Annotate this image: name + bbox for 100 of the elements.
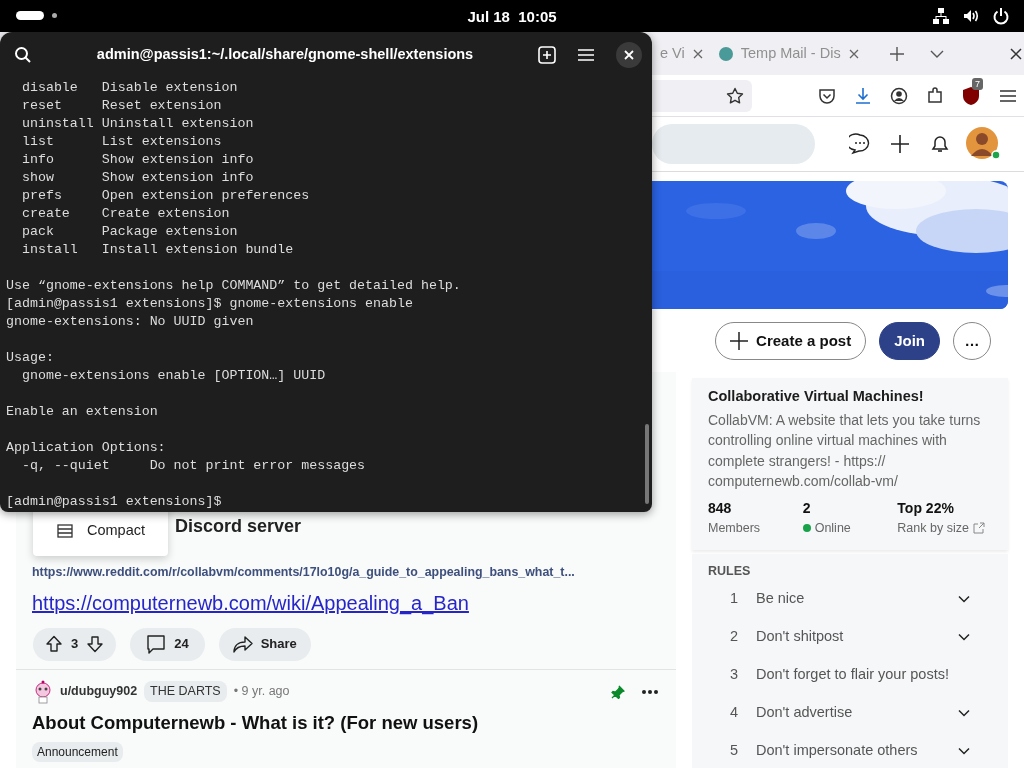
more-button[interactable]: … (953, 322, 991, 360)
terminal-line: prefs Open extension preferences (20, 187, 311, 205)
chevron-down-icon[interactable] (958, 747, 970, 756)
more-icon[interactable] (642, 689, 658, 694)
rule-number: 3 (730, 665, 740, 685)
close-icon[interactable] (848, 48, 859, 59)
list-icon (57, 524, 73, 539)
network-icon[interactable] (932, 7, 950, 25)
external-link-icon (972, 522, 985, 535)
menu-item[interactable]: Compact (57, 520, 146, 542)
terminal-line: gnome-extensions enable [OPTION…] UUID (20, 367, 327, 385)
terminal-line: install Install extension bundle (20, 241, 295, 259)
terminal-line: Usage: (6, 349, 55, 367)
bell-icon[interactable] (929, 133, 951, 155)
close-button[interactable] (616, 42, 642, 68)
rule-number: 5 (730, 741, 740, 761)
extension-badge: 7 (972, 77, 983, 90)
chevron-down-icon[interactable] (958, 595, 970, 604)
terminal-line: [admin@passis1 extensions]$ (6, 493, 223, 511)
stat-value: 2 (802, 498, 812, 518)
terminal-line: Application Options: (6, 439, 167, 457)
post-time: • 9 yr. ago (233, 683, 290, 701)
rules-heading: RULES (708, 562, 752, 580)
comment-icon (146, 634, 167, 655)
terminal-line: create Create extension (20, 205, 231, 223)
rule-text[interactable]: Be nice (756, 588, 958, 611)
plus-icon[interactable] (889, 133, 911, 155)
close-icon[interactable] (1009, 47, 1022, 60)
chevron-down-icon[interactable] (929, 48, 944, 59)
share-button[interactable]: Share (218, 627, 311, 661)
terminal-line: Enable an extension (6, 403, 159, 421)
window-title: admin@passis1:~/.local/share/gnome-shell/extensions (95, 45, 475, 65)
post-heading: Discord server (175, 515, 303, 538)
search-field[interactable] (652, 124, 815, 164)
rule-number: 4 (730, 703, 740, 723)
puzzle-icon[interactable] (926, 86, 944, 105)
stat-label: Online (814, 519, 851, 537)
tab-title: e Vi (660, 43, 685, 63)
community-title: Collaborative Virtual Machines! (708, 387, 925, 406)
menu-icon[interactable] (1000, 88, 1016, 103)
chevron-down-icon[interactable] (958, 709, 970, 718)
join-button[interactable]: Join (879, 322, 940, 360)
rule-number: 1 (730, 589, 740, 609)
post-author[interactable]: u/dubguy902 (60, 682, 138, 701)
pocket-icon[interactable] (818, 86, 836, 105)
comments-button[interactable]: 24 (130, 627, 205, 661)
vote-control[interactable]: 3 (33, 627, 117, 661)
power-icon[interactable] (992, 7, 1010, 25)
community-description: CollabVM: A website that lets you take turns controlling online virtual machines with complete strangers! - https:// computernewb.com/collab-vm/ (708, 410, 982, 492)
account-icon[interactable] (890, 86, 908, 105)
clock[interactable]: Jul 18 10:05 (0, 6, 1024, 29)
stat-value: 848 (708, 498, 733, 518)
terminal-line: reset Reset extension (20, 97, 223, 115)
upvote-icon[interactable] (45, 635, 63, 654)
terminal-line: uninstall Uninstall extension (20, 115, 255, 133)
post-title[interactable]: About Computernewb - What is it? (For new users) (32, 708, 676, 737)
stat-label: Members (708, 519, 761, 537)
share-icon (232, 635, 253, 654)
terminal-line: [admin@passis1 extensions]$ gnome-extensions enable (6, 295, 414, 313)
post-link[interactable]: https://computernewb.com/wiki/Appealing_a_Ban (32, 587, 469, 618)
terminal-line: Use “gnome-extensions help COMMAND” to get detailed help. (6, 277, 462, 295)
terminal-line: gnome-extensions: No UUID given (6, 313, 255, 331)
close-icon (624, 50, 634, 60)
workspace-dot[interactable] (52, 13, 57, 18)
search-icon[interactable] (14, 46, 32, 64)
stat-value: Top 22% (897, 498, 955, 518)
favicon (718, 46, 733, 61)
vote-count: 3 (71, 635, 79, 654)
plus-icon (730, 332, 749, 350)
rule-text[interactable]: Don't forget to flair your posts! (756, 664, 970, 687)
terminal-line: info Show extension info (20, 151, 255, 169)
workspace-indicator[interactable] (16, 11, 44, 20)
scrollbar[interactable] (645, 424, 649, 504)
terminal-line: pack Package extension (20, 223, 239, 241)
rule-number: 2 (730, 627, 740, 647)
plus-icon[interactable] (889, 46, 904, 61)
new-tab-icon[interactable] (538, 46, 556, 64)
robot-icon (33, 679, 53, 704)
rule-text[interactable]: Don't advertise (756, 702, 958, 725)
user-flair: THE DARTS (144, 681, 227, 702)
avatar[interactable] (965, 126, 1001, 162)
create-post-button[interactable]: Create a post (715, 322, 867, 360)
online-dot (802, 524, 811, 533)
post-url: https://www.reddit.com/r/collabvm/comments/17lo10g/a_guide_to_appealing_bans_what_t... (32, 564, 576, 581)
downvote-icon[interactable] (86, 635, 105, 654)
close-icon[interactable] (692, 48, 703, 59)
star-icon[interactable] (726, 86, 744, 105)
stat-label[interactable]: Rank by size (897, 518, 969, 538)
chevron-down-icon[interactable] (958, 633, 970, 642)
tab-title: Temp Mail - Dis (740, 43, 841, 63)
download-icon[interactable] (854, 86, 872, 105)
rule-text[interactable]: Don't shitpost (756, 626, 958, 649)
chat-icon[interactable] (849, 133, 871, 155)
terminal-line: -q, --quiet Do not print error messages (20, 457, 367, 475)
terminal-line: list List extensions (20, 133, 223, 151)
shield-icon[interactable] (962, 85, 980, 106)
terminal-line: disable Disable extension (20, 79, 239, 97)
post-tag: Announcement (32, 742, 123, 763)
rule-text[interactable]: Don't impersonate others (756, 740, 958, 763)
address-bar[interactable] (652, 79, 752, 112)
